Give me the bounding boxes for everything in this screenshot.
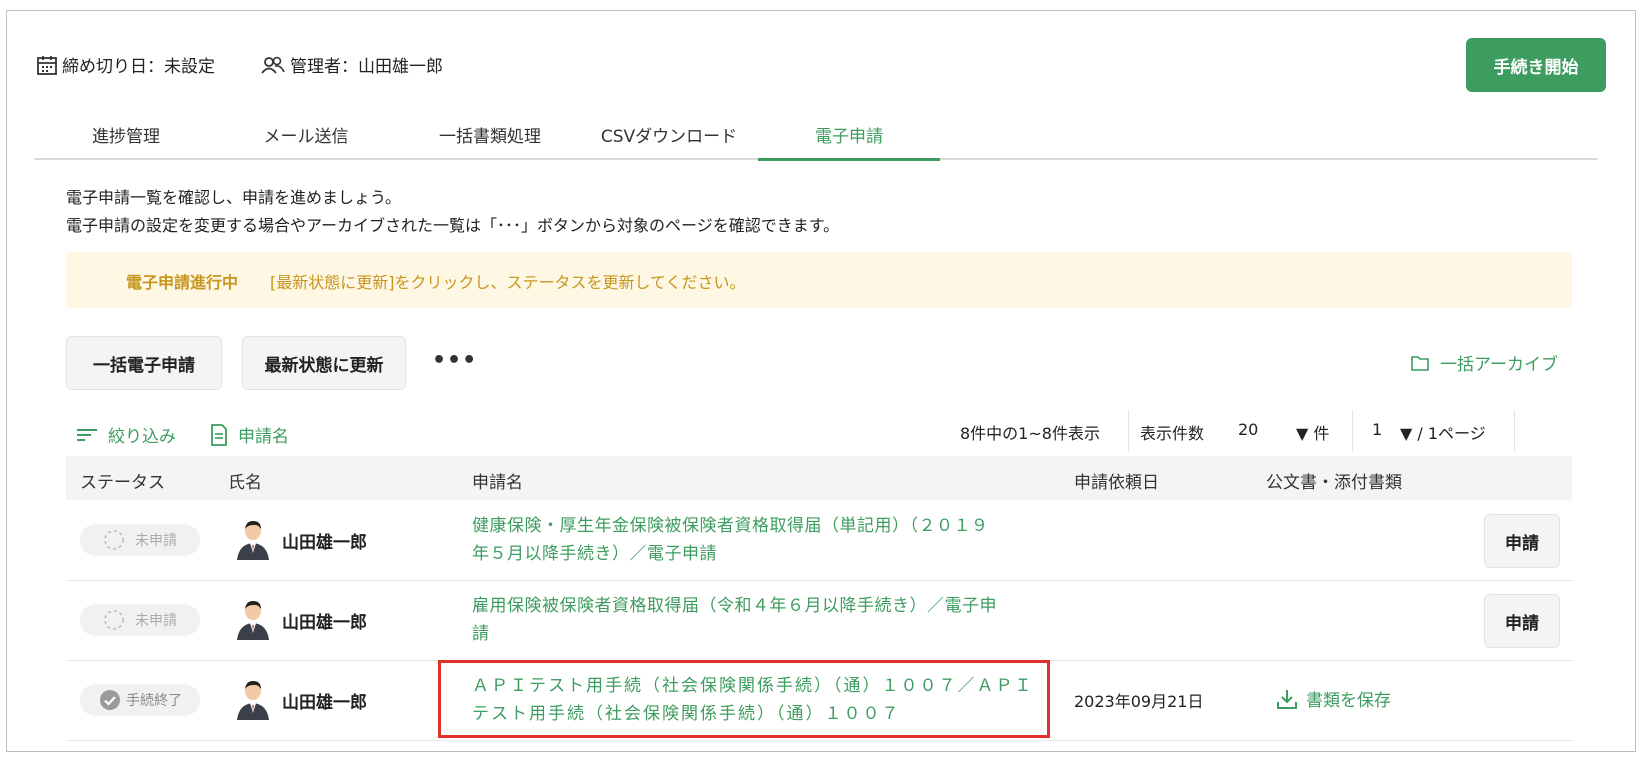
header-request-date: 申請依頼日: [1074, 473, 1159, 493]
save-documents-link[interactable]: 書類を保存: [1276, 686, 1391, 711]
filter-label: 絞り込み: [108, 427, 176, 447]
highlight-box: [438, 660, 1050, 738]
status-badge: 未申請: [80, 524, 200, 556]
per-page-label: 表示件数: [1140, 424, 1205, 443]
application-link[interactable]: 健康保険・厚生年金保険被保険者資格取得届（単記用）（２０１９ 年５月以降手続き）…: [472, 512, 1042, 568]
tab-csv-download[interactable]: CSVダウンロード: [594, 122, 744, 158]
avatar: [237, 521, 269, 560]
page-total[interactable]: ▼ / 1ページ: [1400, 420, 1486, 444]
per-page-unit[interactable]: ▼ 件: [1296, 420, 1329, 444]
pending-icon: [104, 530, 124, 550]
deadline-text: 締め切り日：未設定: [62, 57, 215, 77]
status-text: 手続終了: [126, 693, 182, 709]
application-name-button[interactable]: 申請名: [210, 422, 289, 447]
pager-divider: [1514, 410, 1515, 452]
deadline-info: 締め切り日：未設定: [36, 52, 215, 77]
header-status: ステータス: [80, 473, 165, 493]
calendar-icon: [37, 55, 57, 75]
notice-text: [最新状態に更新]をクリックし、ステータスを更新してください。: [270, 273, 746, 292]
table-row: 未申請 山田雄一郎 雇用保険被保険者資格取得届（令和４年６月以降手続き）／電子申…: [66, 580, 1572, 661]
page-select[interactable]: 1: [1372, 420, 1382, 439]
document-icon: [211, 423, 227, 446]
pending-icon: [104, 610, 124, 630]
status-text: 未申請: [135, 613, 177, 629]
filter-icon: [77, 428, 97, 441]
header-documents: 公文書・添付書類: [1266, 473, 1402, 493]
users-icon: [261, 56, 285, 74]
tab-progress[interactable]: 進捗管理: [86, 122, 166, 158]
employee-name[interactable]: 山田雄一郎: [282, 688, 367, 713]
pager-divider: [1128, 410, 1129, 452]
description-line-1: 電子申請一覧を確認し、申請を進めましょう。: [66, 188, 402, 207]
status-notice: 電子申請進行中 [最新状態に更新]をクリックし、ステータスを更新してください。: [66, 252, 1572, 308]
result-count: 8件中の1~8件表示: [960, 424, 1100, 443]
request-date: 2023年09月21日: [1074, 692, 1204, 711]
tab-bar: 進捗管理 メール送信 一括書類処理 CSVダウンロード 電子申請: [34, 116, 1598, 161]
employee-name[interactable]: 山田雄一郎: [282, 608, 367, 633]
status-text: 未申請: [135, 533, 177, 549]
table-header: ステータス 氏名 申請名 申請依頼日 公文書・添付書類: [66, 456, 1572, 500]
notice-title: 電子申請進行中: [126, 273, 239, 292]
header-application: 申請名: [472, 473, 523, 493]
pager-divider: [1352, 410, 1353, 452]
archive-label: 一括アーカイブ: [1440, 355, 1558, 375]
save-documents-label: 書類を保存: [1306, 691, 1391, 711]
application-name-line: 健康保険・厚生年金保険被保険者資格取得届（単記用）（２０１９: [472, 516, 989, 536]
avatar: [237, 601, 269, 640]
avatar: [237, 681, 269, 720]
more-options-button[interactable]: •••: [432, 348, 477, 373]
tab-electronic-application[interactable]: 電子申請: [758, 122, 940, 161]
folder-icon: [1411, 355, 1429, 371]
bulk-archive-link[interactable]: 一括アーカイブ: [1410, 350, 1558, 375]
refresh-status-button[interactable]: 最新状態に更新: [242, 336, 406, 390]
bulk-submit-button[interactable]: 一括電子申請: [66, 336, 222, 390]
download-icon: [1277, 689, 1297, 709]
start-procedure-button[interactable]: 手続き開始: [1466, 38, 1606, 92]
description-line-2: 電子申請の設定を変更する場合やアーカイブされた一覧は「･･･」ボタンから対象のペ…: [66, 216, 840, 235]
header-name: 氏名: [228, 473, 262, 493]
manager-text: 管理者：山田雄一郎: [290, 57, 443, 77]
application-link[interactable]: 雇用保険被保険者資格取得届（令和４年６月以降手続き）／電子申 請: [472, 592, 1042, 648]
application-name-line: 請: [472, 624, 490, 644]
per-page-select[interactable]: 20: [1238, 420, 1258, 439]
table-row: 未申請 山田雄一郎 健康保険・厚生年金保険被保険者資格取得届（単記用）（２０１９…: [66, 500, 1572, 581]
application-name-label: 申請名: [238, 427, 289, 447]
tab-bulk-documents[interactable]: 一括書類処理: [430, 122, 550, 158]
check-circle-icon: [100, 690, 120, 710]
status-badge: 未申請: [80, 604, 200, 636]
manager-info: 管理者：山田雄一郎: [260, 52, 443, 77]
apply-button[interactable]: 申請: [1484, 594, 1560, 648]
application-name-line: 雇用保険被保険者資格取得届（令和４年６月以降手続き）／電子申: [472, 596, 997, 616]
apply-button[interactable]: 申請: [1484, 514, 1560, 568]
status-badge: 手続終了: [80, 684, 200, 716]
employee-name[interactable]: 山田雄一郎: [282, 528, 367, 553]
filter-button[interactable]: 絞り込み: [76, 422, 176, 447]
tab-email[interactable]: メール送信: [256, 122, 356, 158]
application-name-line: 年５月以降手続き）／電子申請: [472, 544, 717, 564]
